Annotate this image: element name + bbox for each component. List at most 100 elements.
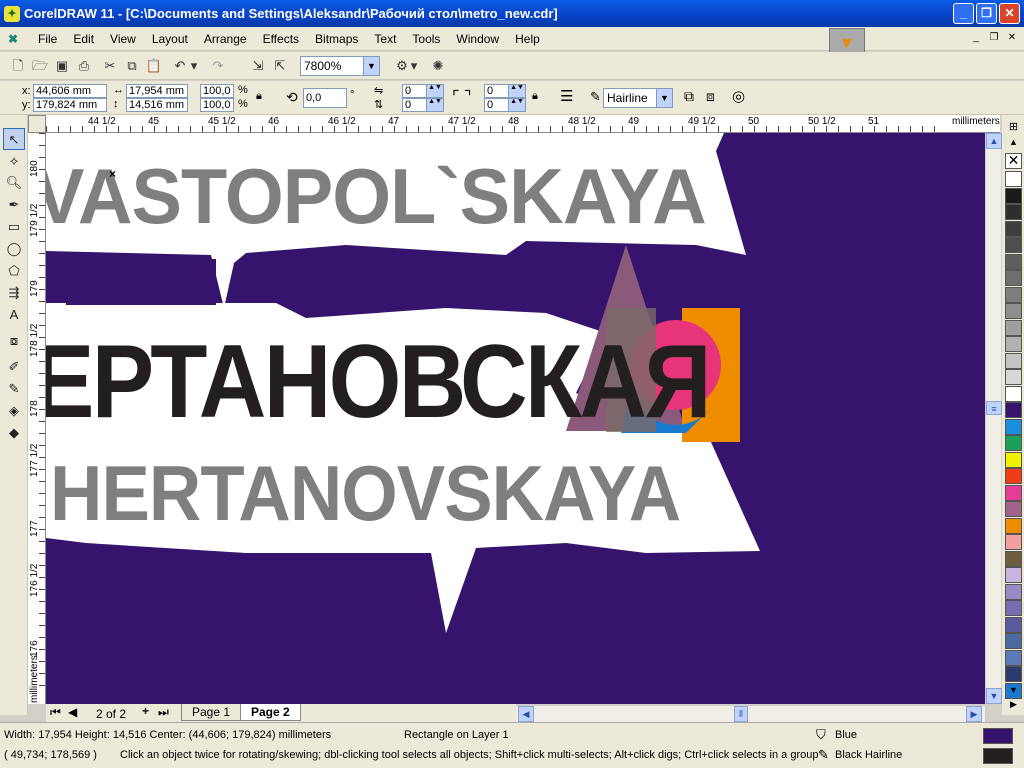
color-swatch[interactable] [1005, 171, 1022, 187]
color-swatch[interactable] [1005, 303, 1022, 319]
paste-icon[interactable]: 📋 [144, 56, 164, 76]
width-field[interactable]: 17,954 mm [126, 84, 188, 98]
color-swatch[interactable] [1005, 253, 1022, 270]
fill-tool-icon[interactable]: ◈ [3, 400, 25, 422]
cut-icon[interactable]: ✂ [100, 56, 120, 76]
vertical-scroll-thumb[interactable]: ≡ [986, 401, 1002, 415]
ruler-origin[interactable] [28, 115, 46, 133]
launcher-dropdown-icon[interactable]: ▾ [408, 56, 420, 76]
save-icon[interactable]: ▣ [52, 56, 72, 76]
corner-spin-4[interactable]: ▲▼ [508, 98, 526, 112]
y-position-field[interactable]: 179,824 mm [33, 98, 107, 112]
restore-button[interactable]: ❐ [976, 3, 997, 24]
color-swatch[interactable] [1005, 583, 1022, 600]
no-color-swatch[interactable]: ✕ [1005, 153, 1022, 169]
drawing-canvas[interactable]: VASTOPOL`SKAYA ЕРТАНОВСКАЯ HERTANOVSKAYA… [46, 133, 985, 704]
outline-tool-icon[interactable]: ✎ [3, 378, 25, 400]
to-back-icon[interactable]: ⧈ [706, 88, 715, 105]
wrap-text-icon[interactable]: ☰ [560, 87, 573, 105]
corner-roundness-4[interactable]: 0 [484, 98, 510, 112]
palette-scroll-up-icon[interactable]: ▲ [1005, 137, 1022, 147]
menu-bitmaps[interactable]: Bitmaps [307, 29, 366, 49]
corner-roundness-3[interactable]: 0 [484, 84, 510, 98]
color-swatch[interactable] [1005, 501, 1022, 517]
color-swatch[interactable] [1005, 451, 1022, 468]
eyedropper-tool-icon[interactable]: ✐ [3, 356, 25, 378]
color-swatch[interactable] [1005, 369, 1022, 385]
rotation-field[interactable]: 0,0 [303, 88, 347, 108]
color-swatch[interactable] [1005, 534, 1022, 550]
color-swatch[interactable] [1005, 402, 1022, 418]
scale-y-field[interactable]: 100,0 [200, 98, 234, 112]
height-field[interactable]: 14,516 mm [126, 98, 188, 112]
menu-text[interactable]: Text [366, 29, 404, 49]
tab-page-2[interactable]: Page 2 [240, 704, 301, 721]
palette-options-icon[interactable]: ⊞ [1005, 120, 1022, 136]
color-swatch[interactable] [1005, 435, 1022, 451]
color-swatch[interactable] [1005, 270, 1022, 286]
palette-expand-icon[interactable]: ▶ [1005, 699, 1022, 711]
mirror-vertical-icon[interactable]: ⇅ [374, 98, 383, 111]
mirror-horizontal-icon[interactable]: ⇋ [374, 84, 383, 97]
color-swatch[interactable] [1005, 204, 1022, 220]
round-corners-lock-icon[interactable]: 🔒︎ [532, 90, 538, 103]
outline-width-select[interactable]: Hairline ▼ [603, 88, 673, 108]
menu-help[interactable]: Help [507, 29, 548, 49]
text-tool-icon[interactable]: A [3, 304, 25, 326]
zoom-tool-icon[interactable]: 🔍︎ [3, 172, 25, 194]
scroll-down-button[interactable]: ▼ [986, 688, 1002, 704]
vertical-scrollbar[interactable]: ▲ ≡ ▼ [985, 133, 1002, 704]
lock-ratio-icon[interactable]: 🔒︎ [256, 90, 262, 103]
minimize-button[interactable]: _ [953, 3, 974, 24]
menu-view[interactable]: View [102, 29, 144, 49]
color-swatch[interactable] [1005, 484, 1022, 501]
basic-shapes-tool-icon[interactable]: ⇶ [3, 282, 25, 304]
horizontal-scrollbar[interactable]: ◀ ⦀ ▶ [516, 705, 985, 722]
interactive-blend-tool-icon[interactable]: ⧇ [3, 330, 25, 352]
shape-tool-icon[interactable]: ⟡ [3, 150, 25, 172]
ellipse-tool-icon[interactable]: ◯ [3, 238, 25, 260]
horizontal-scroll-thumb[interactable]: ⦀ [734, 706, 748, 722]
doc-close-icon[interactable]: ✕ [1004, 31, 1020, 45]
scroll-right-button[interactable]: ▶ [966, 706, 982, 722]
color-swatch[interactable] [1005, 616, 1022, 633]
corner-roundness-1[interactable]: 0 [402, 84, 428, 98]
color-swatch[interactable] [1005, 286, 1022, 303]
export-icon[interactable]: ⇱ [270, 56, 290, 76]
prev-page-icon[interactable]: ◀ [68, 705, 77, 719]
color-swatch[interactable] [1005, 237, 1022, 253]
color-swatch[interactable] [1005, 220, 1022, 237]
corel-online-icon[interactable]: ✺ [428, 56, 448, 76]
corner-roundness-2[interactable]: 0 [402, 98, 428, 112]
undo-icon[interactable]: ↶ [170, 56, 190, 76]
color-swatch[interactable] [1005, 633, 1022, 649]
menu-window[interactable]: Window [448, 29, 507, 49]
freehand-tool-icon[interactable]: ✒ [3, 194, 25, 216]
color-swatch[interactable] [1005, 649, 1022, 666]
color-swatch[interactable] [1005, 666, 1022, 682]
horizontal-ruler[interactable]: millimeters 44 1/2 45 45 1/2 46 46 1/2 47 47 1… [46, 115, 1000, 133]
corner-spin-1[interactable]: ▲▼ [426, 84, 444, 98]
menu-effects[interactable]: Effects [255, 29, 307, 49]
color-swatch[interactable] [1005, 352, 1022, 369]
color-swatch[interactable] [1005, 567, 1022, 583]
rectangle-tool-icon[interactable]: ▭ [3, 216, 25, 238]
selection-center-marker[interactable]: × [109, 167, 116, 181]
chevron-down-icon[interactable]: ▼ [656, 89, 672, 107]
color-swatch[interactable] [1005, 336, 1022, 352]
first-page-icon[interactable]: ⏮ [50, 705, 61, 720]
redo-icon[interactable]: ↷ [208, 56, 228, 76]
open-icon[interactable]: 🗁 [30, 56, 50, 76]
copy-icon[interactable]: ⧉ [122, 56, 142, 76]
interactive-fill-tool-icon[interactable]: ◆ [3, 422, 25, 444]
convert-to-curves-icon[interactable]: ◎ [732, 87, 745, 105]
palette-scroll-down-icon[interactable]: ▼ [1005, 685, 1022, 697]
to-front-icon[interactable]: ⧉ [684, 88, 694, 105]
color-swatch[interactable] [1005, 319, 1022, 336]
menu-layout[interactable]: Layout [144, 29, 196, 49]
color-swatch[interactable] [1005, 600, 1022, 616]
color-swatch[interactable] [1005, 187, 1022, 204]
corner-spin-2[interactable]: ▲▼ [426, 98, 444, 112]
scroll-up-button[interactable]: ▲ [986, 133, 1002, 149]
corner-spin-3[interactable]: ▲▼ [508, 84, 526, 98]
